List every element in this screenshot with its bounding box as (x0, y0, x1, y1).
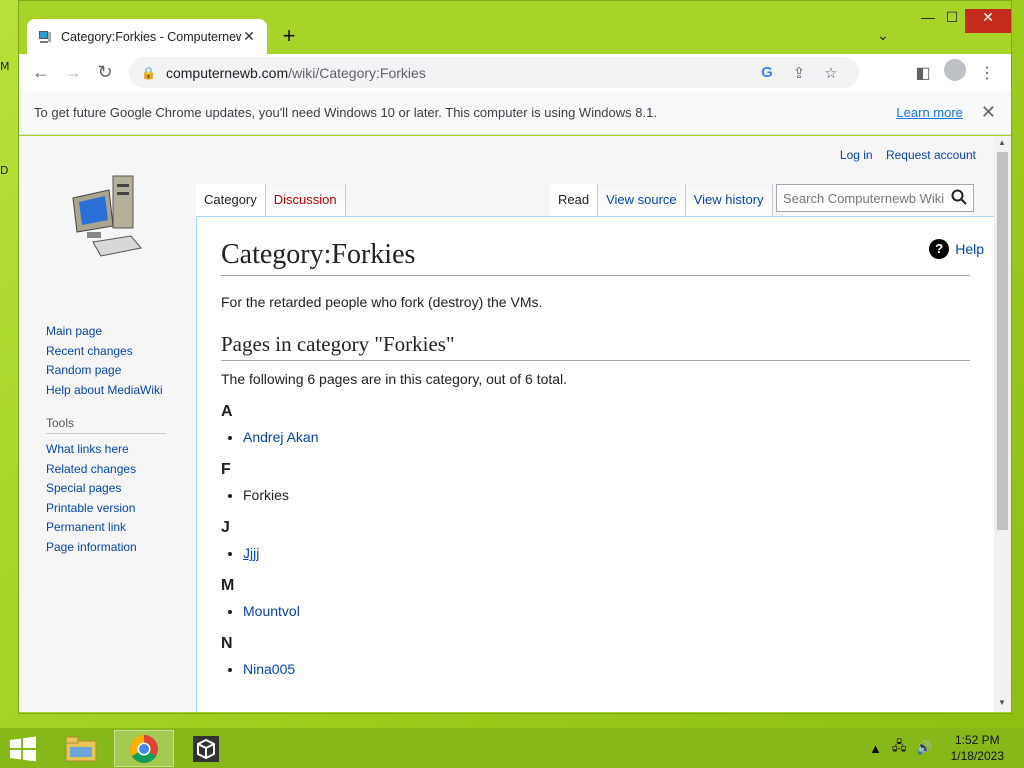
taskbar: ▲ 🖧 🔊 1:52 PM 1/18/2023 (0, 728, 1024, 768)
volume-icon[interactable]: 🔊 (916, 740, 932, 756)
new-tab-plus-icon[interactable]: + (277, 25, 301, 49)
tools-what-links-here[interactable]: What links here (46, 440, 166, 460)
letter-group: F Forkies (221, 461, 970, 503)
group-letter: A (221, 403, 233, 420)
content-area: ? Help Category:Forkies For the retarded… (196, 216, 994, 712)
infobar-message: To get future Google Chrome updates, you… (34, 105, 657, 120)
group-letter: N (221, 635, 233, 652)
group-letter: M (221, 577, 235, 594)
personal-tools: Log in Request account (830, 148, 976, 162)
file-explorer-icon[interactable] (51, 730, 111, 767)
wiki-search-input[interactable]: Search Computernewb Wiki (776, 184, 974, 212)
tab-view-history[interactable]: View history (685, 184, 773, 216)
letter-group: J Jjjj (221, 519, 970, 561)
nav-random-page[interactable]: Random page (46, 361, 166, 381)
tools-page-information[interactable]: Page information (46, 538, 166, 558)
nav-main-page[interactable]: Main page (46, 322, 166, 342)
close-icon[interactable]: ✕ (981, 102, 996, 123)
bookmark-star-icon[interactable]: ☆ (815, 64, 847, 82)
desktop-icon-fragment: M (0, 60, 10, 73)
search-icon[interactable] (951, 189, 967, 208)
page-link[interactable]: Jjjj (243, 545, 259, 561)
tab-read[interactable]: Read (550, 184, 599, 216)
url-text: computernewb.com/wiki/Category:Forkies (165, 64, 426, 81)
letter-group: A Andrej Akan (221, 403, 970, 445)
page-link-current[interactable]: Forkies (243, 487, 289, 503)
tools-heading: Tools (46, 416, 166, 434)
group-letter: J (221, 519, 230, 536)
menu-kebab-icon[interactable]: ⋮ (971, 63, 1003, 83)
desktop-icon-fragment: D (0, 164, 9, 177)
forward-arrow-icon[interactable]: → (57, 57, 89, 89)
scroll-down-icon[interactable]: ▼ (998, 698, 1006, 707)
learn-more-link[interactable]: Learn more (896, 105, 962, 120)
letter-group: M Mountvol (221, 577, 970, 619)
wiki-favicon-icon (37, 29, 53, 45)
address-bar[interactable]: 🔒 computernewb.com/wiki/Category:Forkies… (129, 57, 859, 88)
reload-icon[interactable]: ↻ (89, 57, 121, 89)
maximize-icon[interactable]: ☐ (937, 9, 967, 33)
page-link[interactable]: Andrej Akan (243, 429, 319, 445)
nav-help[interactable]: Help about MediaWiki (46, 381, 166, 401)
help-link[interactable]: ? Help (929, 239, 984, 259)
scroll-up-icon[interactable]: ▲ (998, 138, 1006, 147)
lock-icon: 🔒 (141, 65, 156, 80)
tools-related-changes[interactable]: Related changes (46, 460, 166, 480)
toolbar-right: ◧ ⋮ (907, 57, 1003, 88)
share-icon[interactable]: ⇪ (783, 64, 815, 82)
category-description: For the retarded people who fork (destro… (221, 294, 543, 310)
wiki-logo[interactable] (69, 172, 145, 260)
tab-title: Category:Forkies - Computernewb Wiki (61, 29, 241, 44)
tab-category[interactable]: Category (196, 184, 266, 216)
page-title: Category:Forkies (221, 239, 970, 276)
tools-printable-version[interactable]: Printable version (46, 499, 166, 519)
clock-time: 1:52 PM (954, 733, 1000, 747)
sidebar: Main page Recent changes Random page Hel… (46, 322, 166, 557)
tab-discussion[interactable]: Discussion (265, 184, 346, 216)
system-tray: ▲ 🖧 🔊 1:52 PM 1/18/2023 (869, 732, 1004, 764)
browser-toolbar: ← → ↻ 🔒 computernewb.com/wiki/Category:F… (19, 54, 1011, 91)
network-icon[interactable]: 🖧 (892, 737, 907, 759)
vertical-scrollbar[interactable]: ▲ ▼ (994, 136, 1011, 712)
group-letter: F (221, 461, 231, 478)
tray-chevron-icon[interactable]: ▲ (869, 741, 882, 756)
login-link[interactable]: Log in (840, 148, 873, 162)
nav-recent-changes[interactable]: Recent changes (46, 342, 166, 362)
tools-special-pages[interactable]: Special pages (46, 479, 166, 499)
side-panel-icon[interactable]: ◧ (907, 63, 939, 83)
window-close-button[interactable]: ✕ (965, 9, 1011, 33)
google-g-icon[interactable]: G (751, 64, 783, 81)
windows-start-icon[interactable] (8, 736, 38, 762)
update-infobar: To get future Google Chrome updates, you… (19, 91, 1011, 135)
page-link[interactable]: Nina005 (243, 661, 295, 677)
clock[interactable]: 1:52 PM 1/18/2023 (951, 732, 1004, 764)
clock-date: 1/18/2023 (950, 749, 1004, 763)
title-bar: Category:Forkies - Computernewb Wiki ✕ +… (19, 1, 1011, 54)
browser-tab[interactable]: Category:Forkies - Computernewb Wiki ✕ (27, 19, 267, 54)
tools-permanent-link[interactable]: Permanent link (46, 518, 166, 538)
page-link[interactable]: Mountvol (243, 603, 300, 619)
chrome-window: Category:Forkies - Computernewb Wiki ✕ +… (18, 0, 1012, 714)
request-account-link[interactable]: Request account (886, 148, 976, 162)
namespace-tabs: Category Discussion (196, 184, 346, 216)
back-arrow-icon[interactable]: ← (25, 57, 57, 89)
page-viewport: Log in Request account Main page Recent … (19, 136, 994, 712)
view-tabs: Read View source View history (550, 184, 773, 216)
app-cube-icon[interactable] (176, 730, 236, 767)
category-count: The following 6 pages are in this catego… (221, 371, 568, 387)
tab-view-source[interactable]: View source (598, 184, 686, 216)
chrome-taskbar-icon[interactable] (114, 730, 174, 767)
search-placeholder: Search Computernewb Wiki (783, 190, 945, 206)
help-question-icon: ? (929, 239, 950, 259)
chevron-down-icon[interactable]: ⌄ (877, 27, 889, 44)
section-title: Pages in category "Forkies" (221, 332, 970, 361)
profile-avatar-icon[interactable] (939, 59, 971, 86)
scrollbar-thumb[interactable] (997, 152, 1008, 530)
letter-group: N Nina005 (221, 635, 970, 677)
close-icon[interactable]: ✕ (241, 28, 257, 45)
